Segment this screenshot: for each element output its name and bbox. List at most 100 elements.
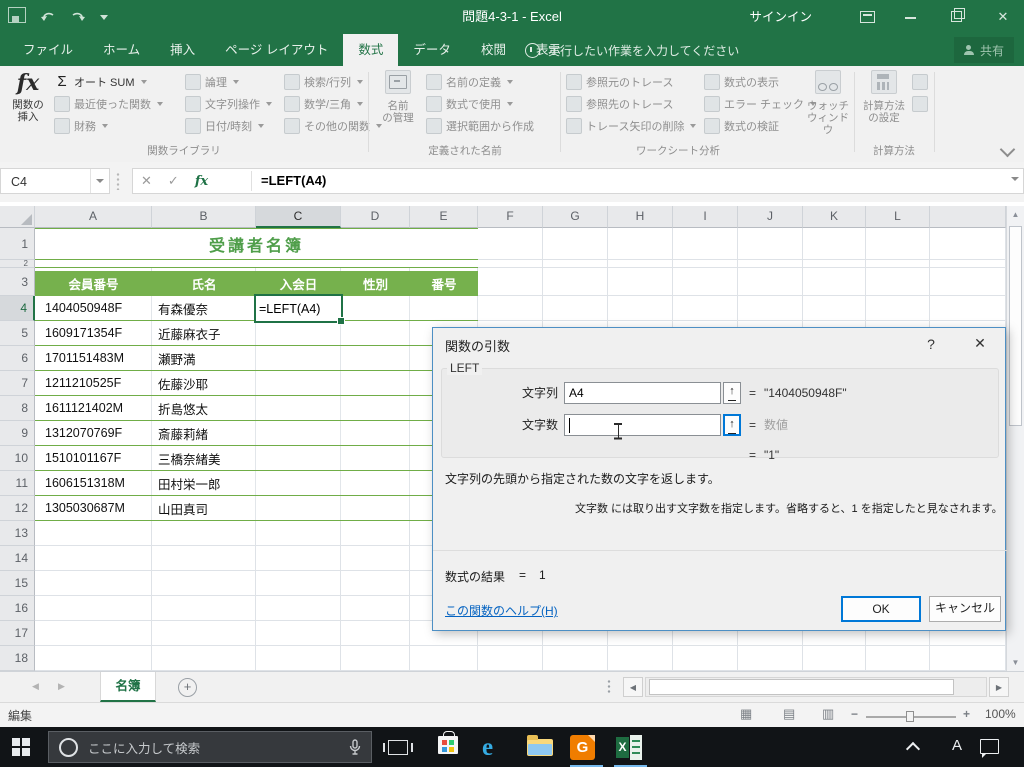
column-header-partial[interactable] [930,206,1006,228]
ok-button[interactable]: OK [841,596,921,622]
column-header-L[interactable]: L [866,206,930,228]
cell-I18[interactable] [673,646,738,671]
row-header-12[interactable]: 12 [0,496,35,521]
row-header-17[interactable]: 17 [0,621,35,646]
hscroll-thumb[interactable] [649,679,954,695]
cell-B6[interactable]: 瀬野満 [152,346,256,370]
cell-F18[interactable] [478,646,543,671]
tab-1[interactable]: ホーム [88,34,155,66]
calculate-now-button[interactable] [912,71,928,93]
cell-B7[interactable]: 佐藤沙耶 [152,371,256,395]
evaluate-formula-button[interactable]: 数式の検証 [704,115,816,137]
cell-J18[interactable] [738,646,803,671]
row-header-8[interactable]: 8 [0,396,35,421]
cell-A17[interactable] [35,621,152,646]
sheet-nav-right-icon[interactable]: ▶ [58,681,65,692]
table-header-4[interactable]: 番号 [410,271,478,296]
cell-A7[interactable]: 1211210525F [35,371,152,395]
spacer-row[interactable] [35,260,478,268]
zoom-in-icon[interactable]: + [963,707,970,721]
cell-K1[interactable] [803,228,866,260]
column-header-B[interactable]: B [152,206,256,228]
cancel-button[interactable]: キャンセル [929,596,1001,622]
cell-C11[interactable] [256,471,341,495]
hscroll-right-icon[interactable]: ▶ [989,677,1009,697]
cell-B10[interactable]: 三橋奈緒美 [152,446,256,470]
select-all-corner[interactable] [0,206,35,228]
row-header-6[interactable]: 6 [0,346,35,371]
cell-C5[interactable] [256,321,341,345]
ime-mode-indicator[interactable]: A [952,737,962,754]
cell-D9[interactable] [341,421,410,445]
trace-precedents-button[interactable]: 参照元のトレース [566,71,696,93]
vscroll-down-icon[interactable]: ▼ [1007,654,1024,671]
dialog-help-button[interactable]: ? [921,336,941,352]
cell-F4[interactable] [478,296,543,321]
collapse-ribbon-icon[interactable] [1000,142,1016,158]
new-sheet-button[interactable]: + [178,678,197,697]
cell-D4[interactable] [341,296,410,320]
taskbar-search-box[interactable]: ここに入力して検索 [48,731,372,763]
cell-A18[interactable] [35,646,152,671]
active-cell-C4[interactable]: =LEFT(A4) [254,294,343,323]
column-header-A[interactable]: A [35,206,152,228]
row-header-15[interactable]: 15 [0,571,35,596]
create-from-selection-button[interactable]: 選択範囲から作成 [426,115,534,137]
row-header-18[interactable]: 18 [0,646,35,671]
table-header-1[interactable]: 氏名 [152,271,256,296]
fill-handle[interactable] [337,317,345,325]
horizontal-scrollbar[interactable] [645,677,987,697]
restore-button[interactable] [940,0,974,34]
close-button[interactable]: ✕ [986,0,1020,34]
row-header-14[interactable]: 14 [0,546,35,571]
cell-I1[interactable] [673,228,738,260]
formula-text[interactable]: =LEFT(A4) [261,169,326,193]
cell-C12[interactable] [256,496,341,520]
page-layout-view-icon[interactable]: ▤ [783,706,795,722]
worksheet-title-cell[interactable]: 受講者名簿 [35,228,478,260]
cell-A9[interactable]: 1312070769F [35,421,152,445]
cell-M2[interactable] [930,260,1006,268]
cell-A10[interactable]: 1510101167F [35,446,152,470]
cell-D16[interactable] [341,596,410,621]
column-header-E[interactable]: E [410,206,478,228]
cell-B11[interactable]: 田村栄一郎 [152,471,256,495]
table-header-2[interactable]: 入会日 [256,271,341,296]
column-header-G[interactable]: G [543,206,608,228]
row-header-7[interactable]: 7 [0,371,35,396]
cell-L18[interactable] [866,646,930,671]
name-box-dropdown-icon[interactable] [90,169,109,193]
row-header-11[interactable]: 11 [0,471,35,496]
row-header-13[interactable]: 13 [0,521,35,546]
cell-D7[interactable] [341,371,410,395]
cell-H18[interactable] [608,646,673,671]
arg2-input[interactable] [564,414,721,436]
cell-G3[interactable] [543,268,608,296]
cell-A14[interactable] [35,546,152,571]
show-formulas-button[interactable]: 数式の表示 [704,71,816,93]
zoom-slider-thumb[interactable] [906,711,914,722]
cell-B14[interactable] [152,546,256,571]
cancel-entry-icon[interactable]: ✕ [141,173,152,189]
cell-D15[interactable] [341,571,410,596]
sheet-tab-meibo[interactable]: 名簿 [100,672,156,702]
expand-formula-bar-icon[interactable] [1011,177,1019,181]
row-header-2[interactable]: 2 [0,260,35,268]
cell-D13[interactable] [341,521,410,546]
cell-B16[interactable] [152,596,256,621]
cell-C18[interactable] [256,646,341,671]
cell-C15[interactable] [256,571,341,596]
function-help-link[interactable]: この関数のヘルプ(H) [445,602,558,619]
cell-A12[interactable]: 1305030687M [35,496,152,520]
tab-6[interactable]: 校閲 [466,34,521,66]
cell-D17[interactable] [341,621,410,646]
formula-field[interactable]: ✕ ✓ fx =LEFT(A4) [132,168,1024,194]
cell-D10[interactable] [341,446,410,470]
cell-F2[interactable] [478,260,543,268]
cell-C13[interactable] [256,521,341,546]
cell-E4[interactable] [410,296,478,320]
calculate-sheet-button[interactable] [912,93,928,115]
cell-D5[interactable] [341,321,410,345]
vscroll-up-icon[interactable]: ▲ [1007,206,1024,223]
cell-D12[interactable] [341,496,410,520]
